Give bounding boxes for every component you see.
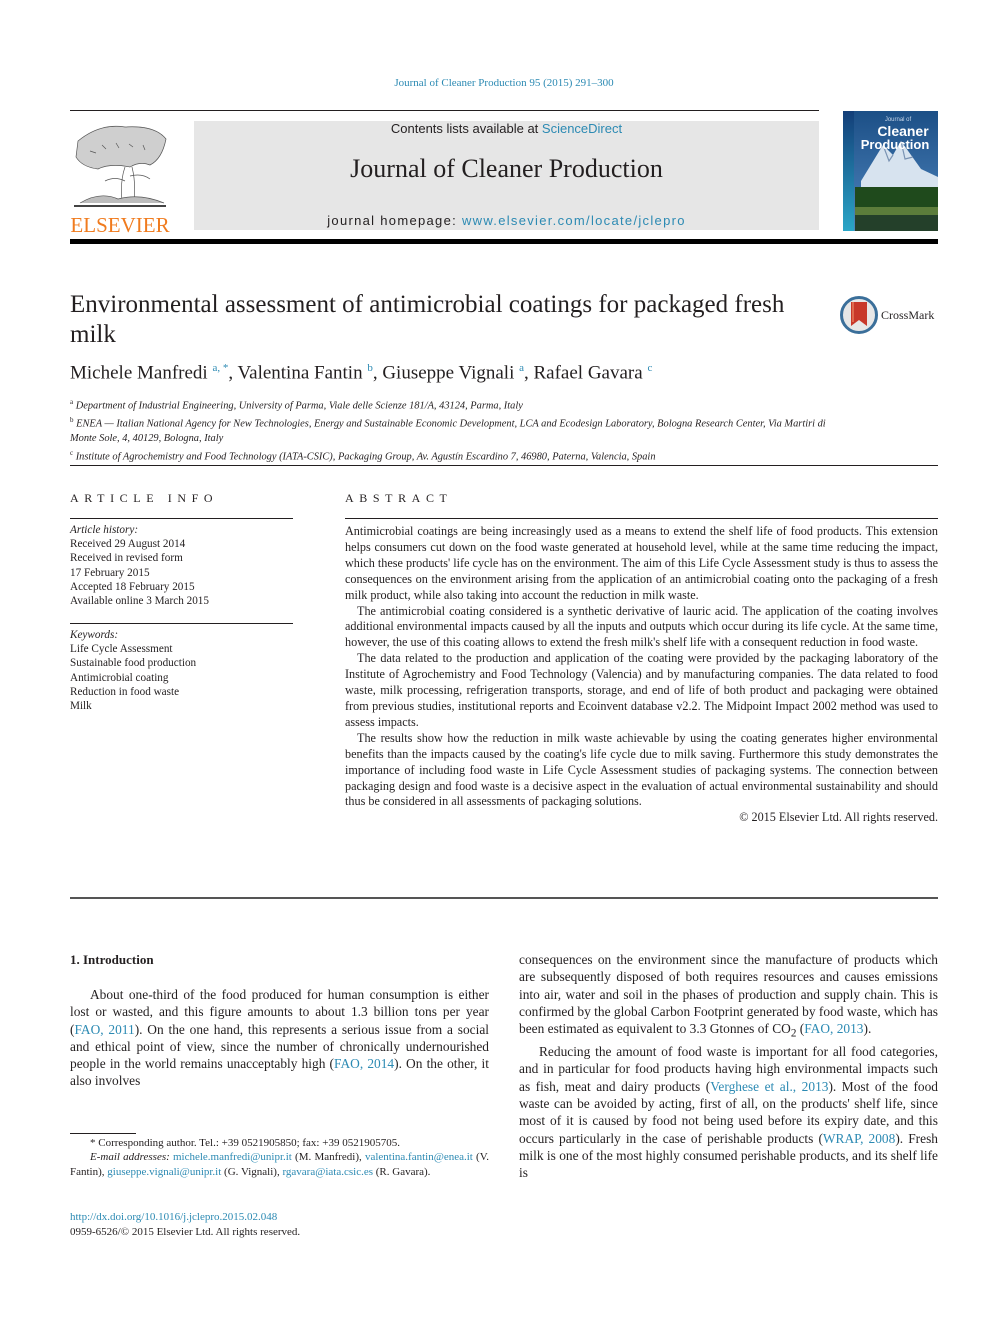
footnotes: * Corresponding author. Tel.: +39 052190… (70, 1136, 489, 1179)
issn-copyright: 0959-6526/© 2015 Elsevier Ltd. All right… (70, 1226, 301, 1238)
header-rule (70, 110, 819, 111)
history-item: Received 29 August 2014 (70, 538, 186, 551)
masthead-thick-rule (70, 239, 938, 244)
contents-line: Contents lists available at ScienceDirec… (194, 121, 819, 136)
sciencedirect-link[interactable]: ScienceDirect (542, 121, 622, 136)
doi-block: http://dx.doi.org/10.1016/j.jclepro.2015… (70, 1210, 300, 1240)
history-item: Received in revised form (70, 552, 183, 565)
history-item: 17 February 2015 (70, 566, 150, 579)
history-item: Available online 3 March 2015 (70, 595, 209, 608)
email-link[interactable]: rgavara@iata.csic.es (282, 1166, 373, 1178)
body-column-right: consequences on the environment since th… (519, 951, 938, 1182)
affiliation-text: ENEA — Italian National Agency for New T… (70, 418, 826, 444)
crossmark-label: CrossMark (881, 308, 935, 322)
journal-cover-icon: Journal of Cleaner Production (843, 111, 938, 231)
affiliation-key: b (70, 416, 74, 425)
abstract-paragraph: Antimicrobial coatings are being increas… (345, 524, 938, 602)
author-name[interactable]: Giuseppe Vignali (382, 362, 514, 383)
affiliation-item: c Institute of Agrochemistry and Food Te… (70, 446, 830, 464)
keyword-item: Sustainable food production (70, 657, 197, 670)
keyword-item: Reduction in food waste (70, 685, 180, 698)
email-owner: (R. Gavara). (373, 1165, 431, 1178)
citation-link[interactable]: FAO, 2014 (334, 1056, 394, 1071)
body-text: consequences on the environment since th… (519, 952, 938, 1037)
article-history: Article history: Received 29 August 2014… (70, 523, 295, 608)
body-paragraph: About one-third of the food produced for… (70, 986, 489, 1090)
email-addresses: E-mail addresses: michele.manfredi@unipr… (70, 1150, 489, 1179)
crossmark-button[interactable]: CrossMark (840, 296, 940, 336)
abstract-rule (345, 518, 938, 519)
email-link[interactable]: giuseppe.vignali@unipr.it (107, 1166, 221, 1178)
corresponding-author-note: * Corresponding author. Tel.: +39 052190… (90, 1137, 400, 1149)
citation-link[interactable]: FAO, 2013 (804, 1021, 863, 1036)
body-text: ). (863, 1021, 872, 1037)
cover-title-line2: Production (861, 137, 930, 152)
journal-masthead: Contents lists available at ScienceDirec… (194, 121, 819, 230)
affiliation-key: a (70, 398, 74, 406)
body-paragraph: consequences on the environment since th… (519, 951, 938, 1043)
doi-link[interactable]: http://dx.doi.org/10.1016/j.jclepro.2015… (70, 1210, 300, 1225)
affiliation-item: b ENEA — Italian National Agency for New… (70, 413, 830, 445)
abstract-paragraph: The results show how the reduction in mi… (345, 730, 938, 809)
affiliation-key: c (70, 448, 74, 457)
author-affiliation-marker[interactable]: a, * (212, 362, 228, 374)
keywords: Keywords: Life Cycle Assessment Sustaina… (70, 628, 295, 713)
email-owner: (M. Manfredi), (291, 1151, 365, 1164)
article-info-heading: ARTICLE INFO (70, 491, 219, 505)
body-column-left: About one-third of the food produced for… (70, 986, 489, 1090)
affiliation-text: Department of Industrial Engineering, Un… (75, 400, 523, 412)
keywords-rule (70, 623, 293, 624)
abstract-heading: ABSTRACT (345, 491, 453, 505)
abstract-copyright: © 2015 Elsevier Ltd. All rights reserved… (739, 810, 938, 825)
homepage-line: journal homepage: www.elsevier.com/locat… (194, 213, 819, 228)
crossmark-icon (840, 296, 878, 334)
keyword-item: Antimicrobial coating (70, 671, 169, 684)
abstract-body: Antimicrobial coatings are being increas… (345, 524, 938, 826)
affiliations: a Department of Industrial Engineering, … (70, 395, 830, 464)
citation-link[interactable]: Verghese et al., 2013 (710, 1079, 828, 1094)
history-item: Accepted 18 February 2015 (70, 580, 195, 593)
citation-link[interactable]: FAO, 2011 (74, 1022, 134, 1037)
elsevier-logo[interactable]: ELSEVIER (70, 121, 170, 237)
keyword-item: Milk (70, 700, 92, 713)
footnote-rule (70, 1133, 136, 1134)
author-affiliation-marker[interactable]: b (367, 362, 373, 374)
journal-cover-image[interactable]: Journal of Cleaner Production (843, 111, 938, 231)
homepage-link[interactable]: www.elsevier.com/locate/jclepro (462, 213, 686, 228)
abstract-paragraph: The data related to the production and a… (345, 651, 938, 729)
article-title: Environmental assessment of antimicrobia… (70, 291, 785, 348)
email-link[interactable]: valentina.fantin@enea.it (365, 1151, 473, 1163)
section-heading-introduction: 1. Introduction (70, 952, 154, 967)
contents-prefix: Contents lists available at (390, 121, 542, 136)
elsevier-wordmark: ELSEVIER (70, 213, 170, 237)
body-paragraph: Reducing the amount of food waste is imp… (519, 1043, 938, 1181)
abstract-bottom-rule (70, 897, 938, 899)
email-owner: (G. Vignali), (221, 1165, 283, 1178)
keyword-item: Life Cycle Assessment (70, 643, 173, 656)
section-divider (70, 465, 938, 466)
citation-link[interactable]: WRAP, 2008 (823, 1131, 895, 1146)
author-affiliation-marker[interactable]: c (647, 362, 652, 374)
author-list: Michele Manfredi a, *, Valentina Fantin … (70, 362, 653, 384)
author-name[interactable]: Valentina Fantin (238, 362, 363, 383)
affiliation-item: a Department of Industrial Engineering, … (70, 395, 830, 413)
journal-name: Journal of Cleaner Production (350, 154, 663, 183)
article-history-label: Article history: (70, 524, 139, 536)
abstract-paragraph: The antimicrobial coating considered is … (345, 603, 938, 650)
article-info-rule (70, 518, 293, 519)
elsevier-tree-icon (74, 125, 167, 207)
email-label: E-mail addresses: (90, 1151, 170, 1164)
affiliation-text: Institute of Agrochemistry and Food Tech… (75, 451, 656, 463)
homepage-prefix: journal homepage: (327, 213, 462, 228)
journal-citation-link[interactable]: Journal of Cleaner Production 95 (2015) … (0, 77, 992, 89)
author-affiliation-marker[interactable]: a (519, 362, 524, 374)
email-link[interactable]: michele.manfredi@unipr.it (173, 1151, 292, 1163)
author-name[interactable]: Rafael Gavara (534, 362, 643, 383)
author-name[interactable]: Michele Manfredi (70, 362, 208, 383)
keywords-label: Keywords: (70, 629, 119, 641)
